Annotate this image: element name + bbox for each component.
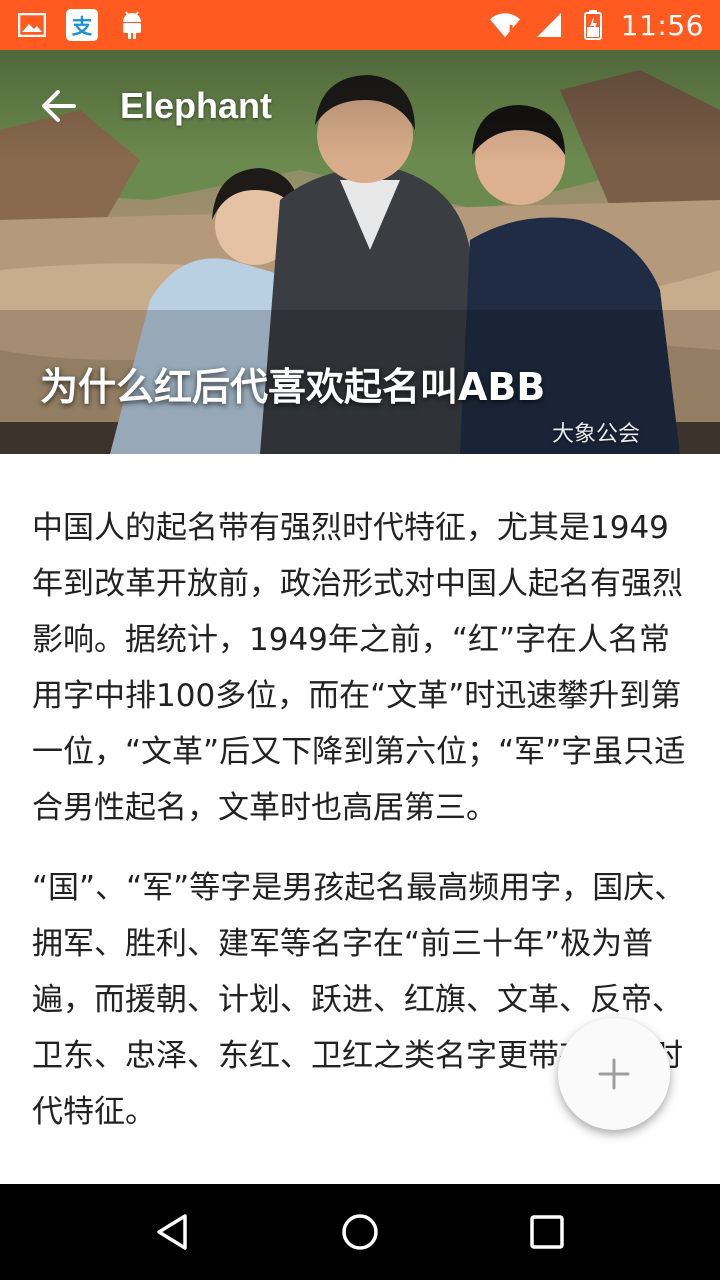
home-icon[interactable] [330,1202,390,1262]
navigation-bar [0,1184,720,1280]
article-paragraph: 中国人的起名带有强烈时代特征，尤其是1949年到改革开放前，政治形式对中国人起名… [32,510,686,826]
wifi-icon [489,9,521,41]
recents-icon[interactable] [517,1202,577,1262]
back-icon[interactable] [143,1202,203,1262]
battery-icon [577,9,609,41]
photo-watermark: 大象公会 [551,422,640,447]
toolbar: Elephant [0,50,720,162]
back-arrow-icon[interactable] [36,84,80,128]
toolbar-title: Elephant [120,85,273,126]
add-button[interactable] [558,1018,670,1130]
plus-icon [598,1058,630,1090]
hero-header: Elephant 为什么红后代喜欢起名叫ABB 大象公会 [0,50,720,454]
article-title: 为什么红后代喜欢起名叫ABB [40,365,546,409]
alipay-icon: 支 [66,9,98,41]
android-icon [116,9,148,41]
svg-text:支: 支 [71,14,93,38]
signal-icon [533,9,565,41]
clock: 11:56 [620,8,704,42]
image-icon [16,9,48,41]
status-bar: 支 11:56 [0,0,720,50]
